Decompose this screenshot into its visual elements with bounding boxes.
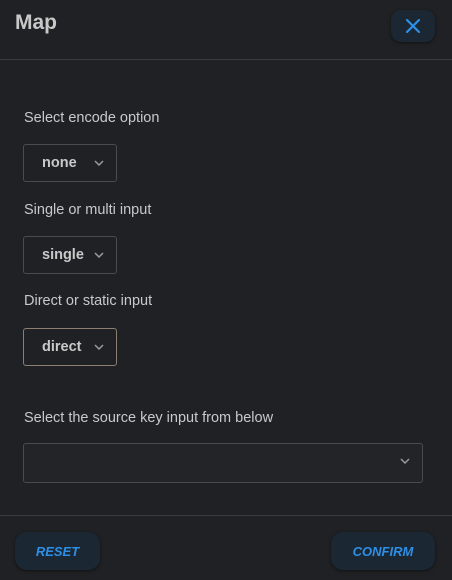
chevron-down-icon <box>94 344 104 350</box>
encode-value: none <box>42 155 77 171</box>
confirm-button[interactable]: CONFIRM <box>331 532 435 570</box>
reset-button[interactable]: RESET <box>15 532 100 570</box>
footer-divider <box>0 515 452 516</box>
encode-label: Select encode option <box>24 110 160 126</box>
input-type-label: Direct or static input <box>24 293 153 309</box>
header-divider <box>0 59 452 60</box>
chevron-down-icon <box>400 458 410 464</box>
close-icon <box>405 18 421 34</box>
close-button[interactable] <box>391 10 435 42</box>
source-key-select[interactable] <box>23 443 423 483</box>
encode-select[interactable]: none <box>23 144 117 182</box>
source-key-label: Select the source key input from below <box>24 410 274 426</box>
input-type-select[interactable]: direct <box>23 328 117 366</box>
dialog-title: Map <box>15 11 57 34</box>
chevron-down-icon <box>94 252 104 258</box>
input-type-value: direct <box>42 339 82 355</box>
input-mode-label: Single or multi input <box>24 202 152 218</box>
input-mode-select[interactable]: single <box>23 236 117 274</box>
chevron-down-icon <box>94 160 104 166</box>
input-mode-value: single <box>42 247 84 263</box>
